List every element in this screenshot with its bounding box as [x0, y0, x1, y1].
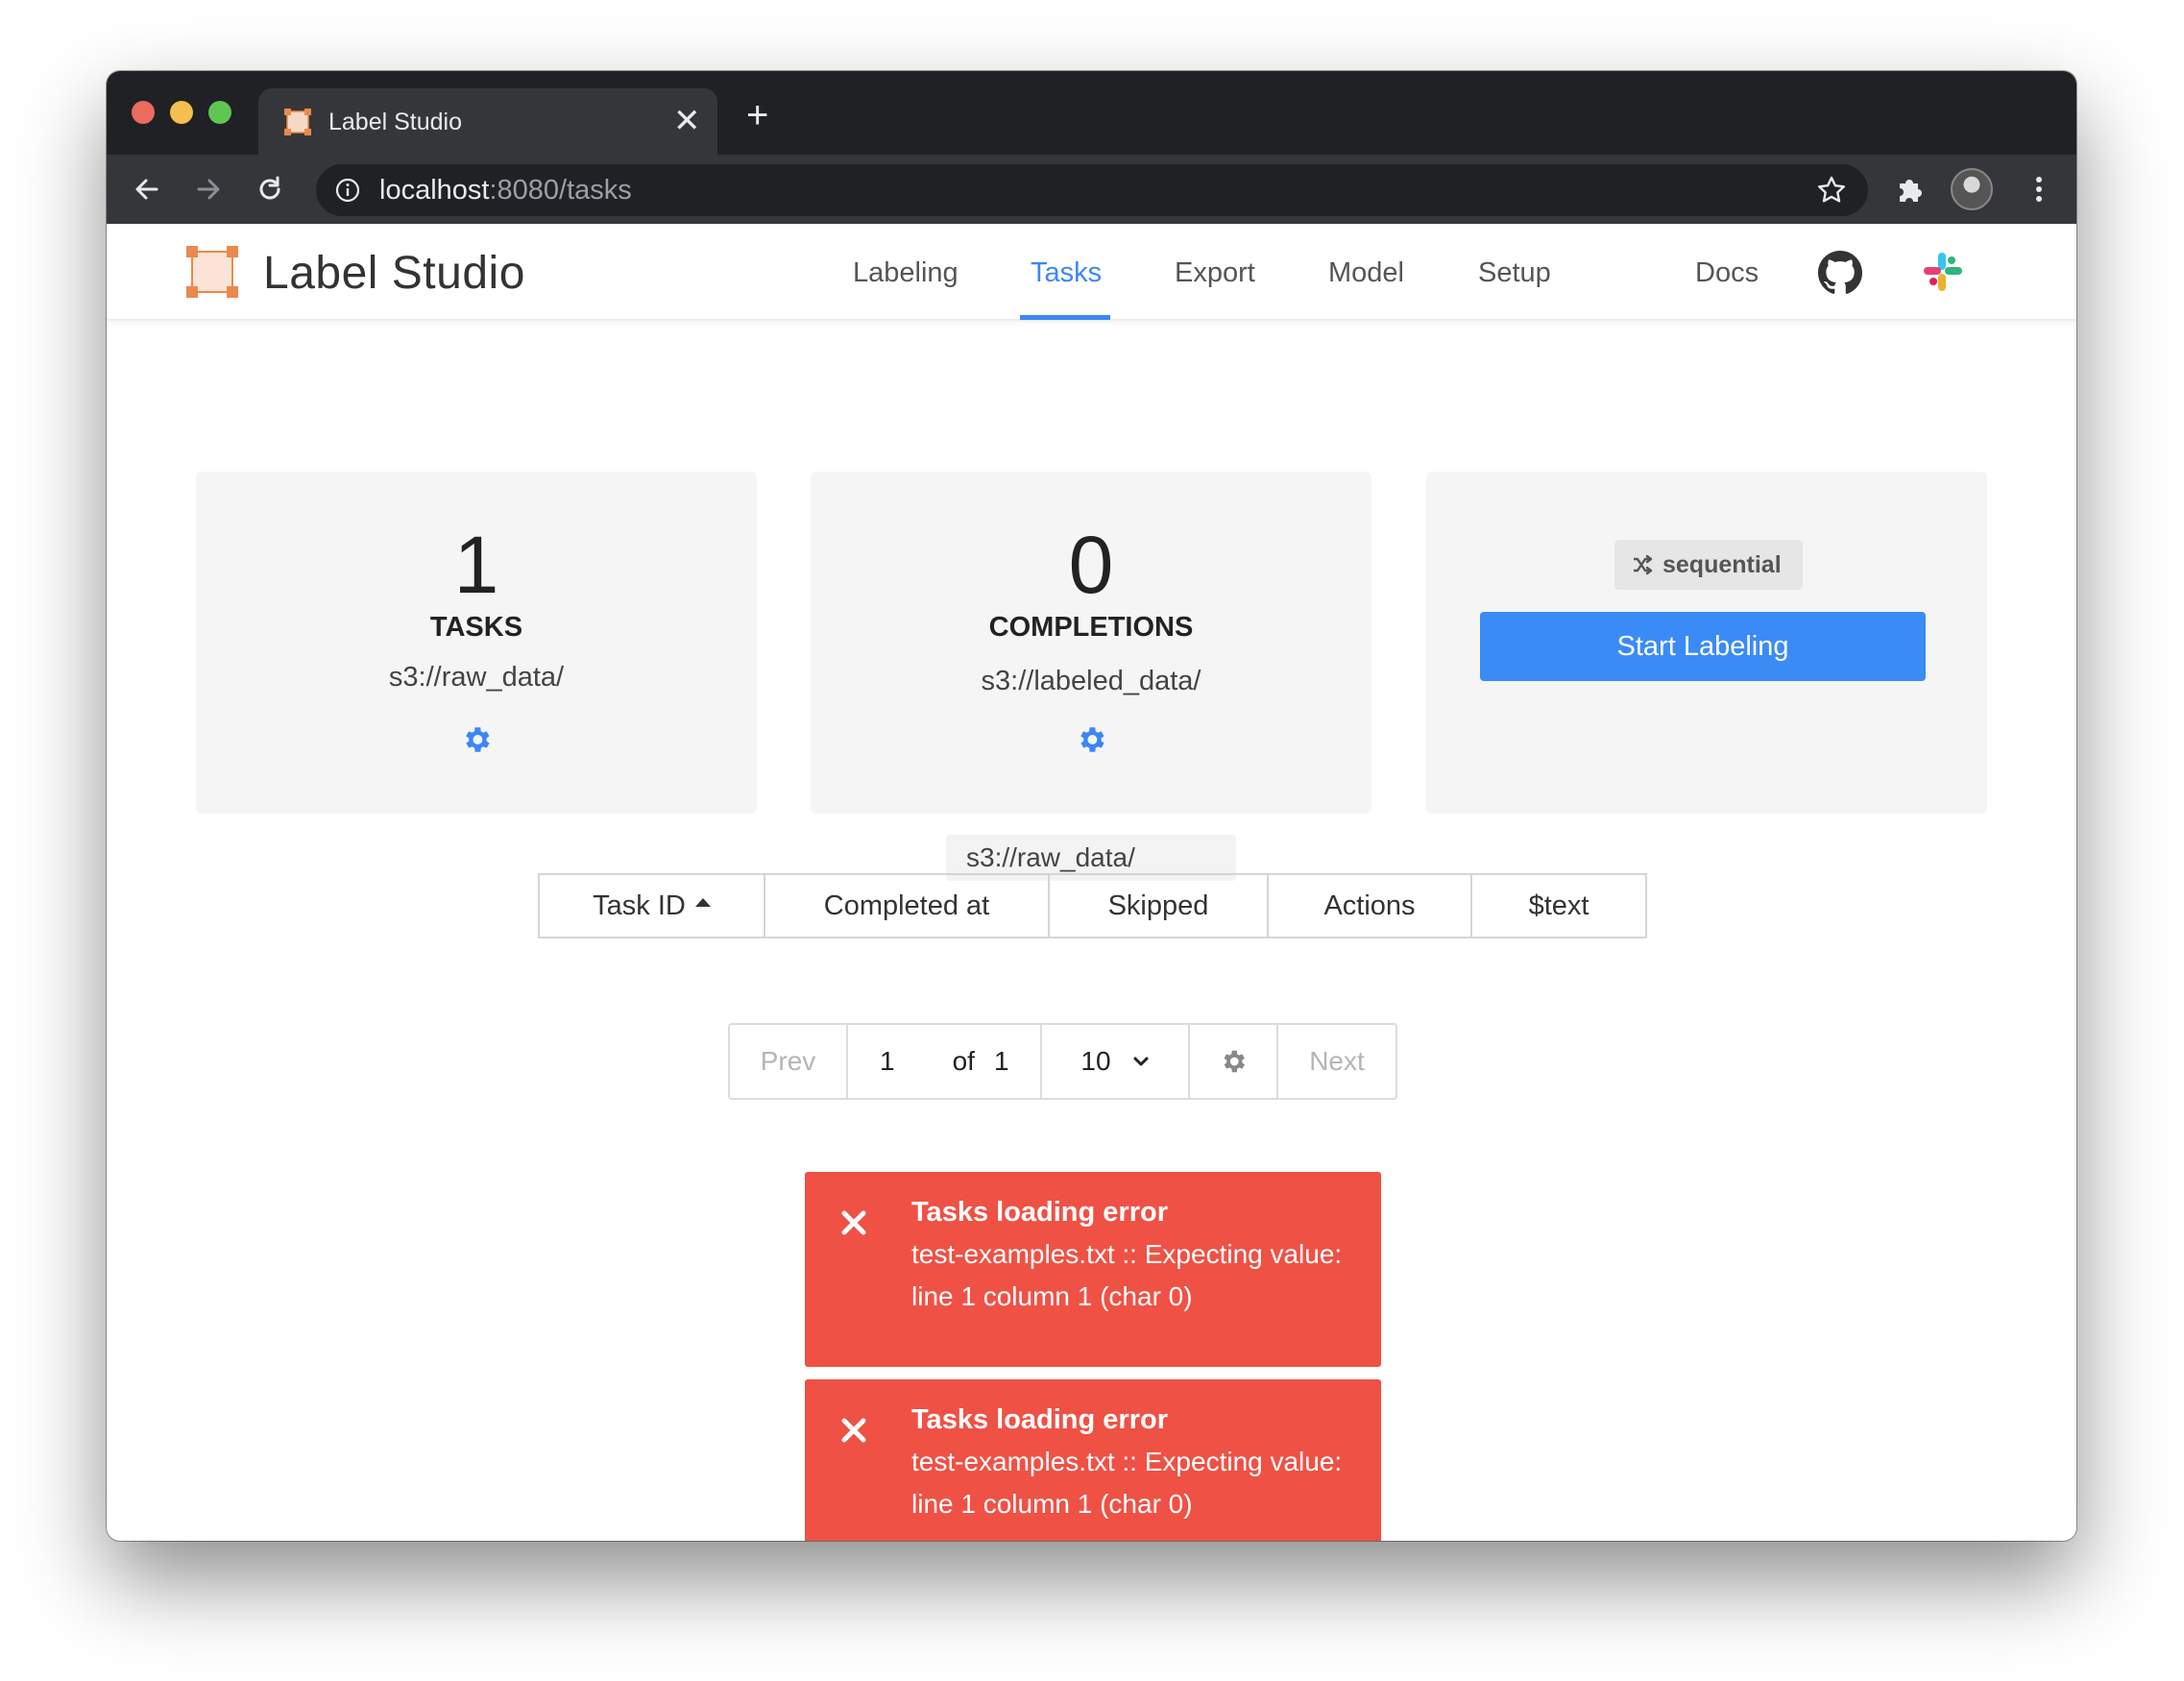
error-title: Tasks loading error — [911, 1404, 1168, 1435]
labeling-card: sequential Start Labeling — [1426, 472, 1987, 814]
more-menu-icon[interactable] — [2024, 174, 2054, 205]
label-studio-app: Label Studio Labeling Tasks Export Model… — [107, 224, 2076, 1541]
completions-count: 0 — [1068, 520, 1114, 610]
profile-avatar[interactable] — [1951, 168, 1993, 210]
reload-icon[interactable] — [255, 174, 285, 205]
completions-card: 0 COMPLETIONS s3://labeled_data/ — [811, 472, 1371, 814]
browser-toolbar: localhost:8080/tasks — [107, 155, 2076, 224]
column-label: Task ID — [593, 889, 686, 921]
tab-close-icon[interactable]: ✕ — [673, 102, 701, 140]
close-icon[interactable] — [839, 1416, 868, 1445]
column-text[interactable]: $text — [1472, 875, 1645, 937]
error-message-line: line 1 column 1 (char 0) — [911, 1281, 1193, 1311]
page-size-value: 10 — [1080, 1046, 1111, 1076]
error-message-line: line 1 column 1 (char 0) — [911, 1489, 1193, 1519]
tasks-card: 1 TASKS s3://raw_data/ — [196, 472, 757, 814]
start-labeling-button[interactable]: Start Labeling — [1480, 612, 1926, 681]
sampling-mode-text: sequential — [1662, 551, 1782, 578]
brand-title[interactable]: Label Studio — [263, 247, 525, 300]
url-path: :8080/tasks — [489, 175, 632, 206]
page-jump: 1 of 1 — [848, 1025, 1042, 1098]
table-settings-button[interactable] — [1190, 1025, 1278, 1098]
prev-page-button[interactable]: Prev — [730, 1025, 848, 1098]
error-toast: Tasks loading error test-examples.txt ::… — [805, 1379, 1381, 1541]
sampling-mode-badge[interactable]: sequential — [1614, 540, 1803, 590]
completions-label: COMPLETIONS — [988, 612, 1194, 643]
browser-tab[interactable]: Label Studio ✕ — [258, 88, 717, 155]
close-icon[interactable] — [839, 1208, 868, 1237]
app-header: Label Studio Labeling Tasks Export Model… — [107, 224, 2076, 321]
tasks-count: 1 — [453, 520, 499, 610]
browser-tabstrip: Label Studio ✕ + — [107, 71, 2076, 155]
nav-setup[interactable]: Setup — [1478, 257, 1551, 289]
tasks-settings-gear-icon[interactable] — [460, 723, 493, 756]
next-page-button[interactable]: Next — [1278, 1025, 1395, 1098]
total-pages: 1 — [993, 1046, 1009, 1076]
nav-docs[interactable]: Docs — [1695, 257, 1759, 289]
tasks-source-path: s3://raw_data/ — [388, 662, 565, 693]
shuffle-icon — [1634, 554, 1653, 575]
column-label: $text — [1528, 889, 1589, 921]
column-label: Completed at — [823, 889, 990, 921]
column-completed-at[interactable]: Completed at — [765, 875, 1050, 937]
tasks-table-header: Task ID Completed at Skipped Actions $te… — [538, 873, 1647, 938]
github-icon[interactable] — [1818, 251, 1862, 295]
error-toast: Tasks loading error test-examples.txt ::… — [805, 1172, 1381, 1367]
error-message-line: test-examples.txt :: Expecting value: — [911, 1239, 1343, 1269]
browser-window: Label Studio ✕ + localhost:8080/tasks La… — [107, 71, 2076, 1541]
column-label: Actions — [1323, 889, 1416, 921]
pagination: Prev 1 of 1 10 Next — [728, 1023, 1397, 1100]
column-actions[interactable]: Actions — [1269, 875, 1472, 937]
completions-settings-gear-icon[interactable] — [1075, 723, 1107, 756]
forward-arrow-icon[interactable] — [193, 174, 224, 205]
maximize-window-button[interactable] — [208, 101, 231, 124]
column-skipped[interactable]: Skipped — [1050, 875, 1269, 937]
nav-model[interactable]: Model — [1328, 257, 1404, 289]
page-of-label: of — [952, 1046, 975, 1076]
url-host: localhost — [379, 175, 490, 206]
site-info-icon[interactable] — [335, 178, 360, 203]
tasks-label: TASKS — [429, 612, 523, 643]
nav-labeling[interactable]: Labeling — [853, 257, 959, 289]
close-window-button[interactable] — [132, 101, 155, 124]
page-size-select[interactable]: 10 — [1042, 1025, 1190, 1098]
tab-title: Label Studio — [328, 109, 463, 135]
page-number-input[interactable]: 1 — [880, 1046, 895, 1077]
chevron-down-icon — [1133, 1057, 1149, 1066]
sort-ascending-icon — [694, 897, 711, 907]
label-studio-favicon-icon — [284, 109, 311, 135]
gear-icon — [1224, 1050, 1245, 1073]
column-label: Skipped — [1107, 889, 1209, 921]
error-message-line: test-examples.txt :: Expecting value: — [911, 1447, 1343, 1476]
slack-icon[interactable] — [1920, 249, 1966, 295]
extensions-puzzle-icon[interactable] — [1895, 174, 1926, 205]
active-tab-underline — [1020, 315, 1110, 320]
new-tab-icon[interactable]: + — [746, 96, 768, 134]
bookmark-star-icon[interactable] — [1816, 175, 1847, 206]
url-text: localhost:8080/tasks — [379, 175, 632, 207]
error-title: Tasks loading error — [911, 1197, 1168, 1228]
minimize-window-button[interactable] — [170, 101, 193, 124]
address-bar[interactable]: localhost:8080/tasks — [316, 164, 1868, 216]
nav-export[interactable]: Export — [1175, 257, 1255, 289]
column-task-id[interactable]: Task ID — [540, 875, 765, 937]
back-arrow-icon[interactable] — [132, 174, 162, 205]
nav-tasks[interactable]: Tasks — [1031, 257, 1102, 289]
label-studio-logo-icon[interactable] — [185, 245, 239, 299]
completions-target-path: s3://labeled_data/ — [981, 666, 1201, 696]
